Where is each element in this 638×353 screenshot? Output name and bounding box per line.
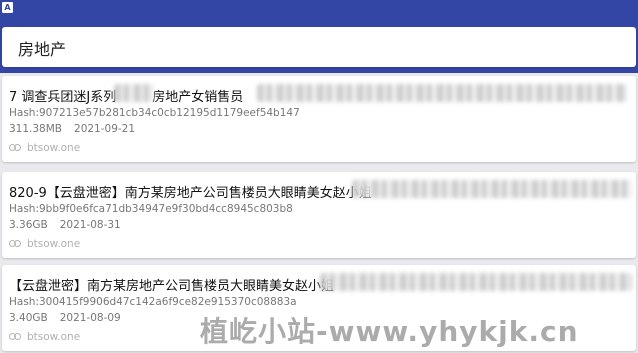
result-title[interactable]: 【云盘泄密】南方某房地产公司售楼员大眼睛美女赵小姐 — [9, 275, 334, 294]
result-meta: 3.36GB 2021-08-31 — [9, 219, 121, 231]
link-icon — [9, 332, 21, 340]
app-notification-icon: A — [2, 2, 13, 13]
result-source[interactable]: btsow.one — [9, 331, 80, 343]
result-title-head: 7 调查兵团迷J系列 — [9, 90, 117, 105]
result-card[interactable]: 7 调查兵团迷J系列 房地产女销售员 Hash:907213e57b281cb34… — [2, 76, 636, 162]
result-source-text: btsow.one — [27, 238, 81, 250]
result-meta: 3.40GB 2021-08-09 — [9, 312, 121, 324]
result-title[interactable]: 820-9【云盘泄密】南方某房地产公司售楼员大眼睛美女赵小姐 — [9, 182, 372, 201]
link-icon — [9, 239, 21, 247]
result-date: 2021-08-31 — [59, 219, 121, 231]
result-hash: Hash:907213e57b281cb34c0cb12195d1179eef5… — [9, 107, 300, 119]
link-icon — [9, 143, 21, 151]
result-card[interactable]: 820-9【云盘泄密】南方某房地产公司售楼员大眼睛美女赵小姐 Hash:9bb9… — [2, 172, 636, 258]
result-title-tail: 房地产女销售员 — [152, 90, 244, 105]
redacted-blur — [114, 84, 154, 102]
result-source[interactable]: btsow.one — [9, 238, 80, 250]
result-date: 2021-08-09 — [59, 312, 121, 324]
result-meta: 311.38MB 2021-09-21 — [9, 123, 135, 135]
redacted-blur — [320, 273, 632, 291]
result-source-text: btsow.one — [27, 142, 81, 154]
result-source[interactable]: btsow.one — [9, 142, 80, 154]
result-hash: Hash:300415f9906d47c142a6f9ce82e915370c0… — [9, 296, 297, 308]
status-bar: A — [0, 0, 638, 17]
search-query[interactable]: 房地产 — [18, 36, 66, 60]
redacted-blur — [352, 180, 632, 198]
search-bar[interactable]: 房地产 — [2, 27, 636, 67]
result-source-text: btsow.one — [27, 331, 81, 343]
result-date: 2021-09-21 — [74, 123, 136, 135]
redacted-blur — [257, 84, 627, 102]
result-size: 311.38MB — [9, 123, 63, 135]
result-size: 3.36GB — [9, 219, 48, 231]
result-size: 3.40GB — [9, 312, 48, 324]
watermark: 植屹小站-www.yhykjk.cn — [200, 315, 579, 348]
result-hash: Hash:9bb9f0e6fca71db34947e9f30bd4cc8945c… — [9, 203, 293, 215]
